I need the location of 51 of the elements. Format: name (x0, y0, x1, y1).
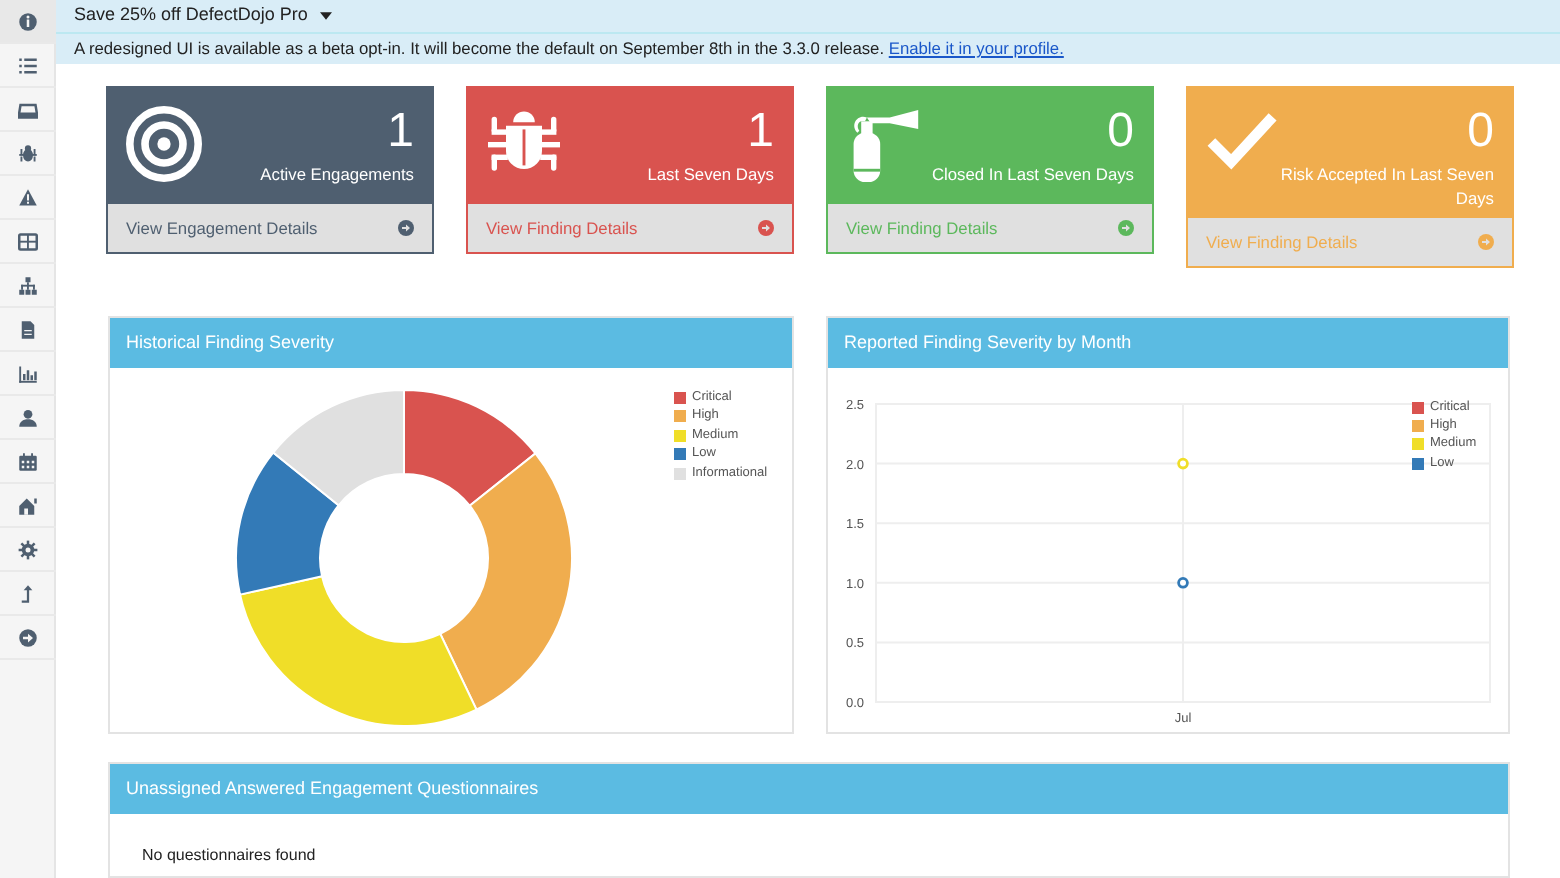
card-count: 0 (1107, 106, 1134, 158)
file-icon (18, 319, 38, 339)
profile-link[interactable]: Enable it in your profile. (888, 38, 1064, 59)
card-label: Active Engagements (260, 162, 414, 186)
data-point (1177, 457, 1189, 470)
card-count: 1 (387, 106, 414, 158)
card-label: Risk Accepted In Last Seven Days (1278, 162, 1494, 210)
list-icon (18, 55, 38, 75)
arrow-circle-right-icon (1478, 234, 1494, 250)
sitemap-icon (18, 275, 38, 295)
legend-swatch (1412, 419, 1424, 432)
details-link[interactable]: View Engagement Details (108, 204, 432, 252)
panel-header: Reported Finding Severity by Month (828, 318, 1508, 368)
donut-slice (272, 389, 405, 507)
card-count: 1 (747, 106, 774, 158)
arrow-circle-right-icon (18, 627, 38, 647)
nav-button[interactable] (0, 0, 56, 44)
data-point (1177, 577, 1189, 589)
bar-chart-icon (18, 363, 38, 383)
card-count: 0 (1467, 106, 1494, 158)
legend-swatch (1412, 438, 1424, 451)
table-icon (18, 231, 38, 251)
details-link[interactable]: View Finding Details (468, 204, 792, 252)
card-label: Last Seven Days (647, 162, 774, 186)
info-icon (18, 11, 38, 31)
level-up-icon (18, 583, 38, 603)
legend-swatch (674, 410, 686, 423)
beta-notice: A redesigned UI is available as a beta opt-in. It will become the default on September 8th in the 3.3.0 release. Enable it in your profile. (74, 36, 1064, 62)
legend-swatch (674, 467, 686, 480)
panel-header: Unassigned Answered Engagement Questionnaires (110, 764, 1508, 814)
card-label: Closed In Last Seven Days (931, 162, 1134, 186)
caret-icon (319, 11, 332, 20)
legend-swatch (674, 429, 686, 442)
settings-icon (18, 539, 38, 559)
arrow-circle-right-icon (398, 220, 414, 236)
arrow-circle-right-icon (758, 220, 774, 236)
empty-message: No questionnaires found (142, 846, 316, 864)
promo-dropdown[interactable]: Save 25% off DefectDojo Pro (74, 2, 332, 30)
target-icon (126, 106, 202, 182)
arrow-circle-right-icon (1118, 220, 1134, 236)
legend-swatch (1412, 457, 1424, 470)
legend-swatch (1412, 401, 1424, 414)
legend-swatch (674, 391, 686, 404)
bug-icon (18, 143, 38, 163)
user-icon (18, 407, 38, 427)
house-icon (18, 495, 38, 515)
inbox-icon (18, 99, 38, 119)
panel-header: Historical Finding Severity (110, 318, 792, 368)
warning-icon (18, 187, 38, 207)
calendar-icon (18, 451, 38, 471)
legend-swatch (674, 448, 686, 461)
